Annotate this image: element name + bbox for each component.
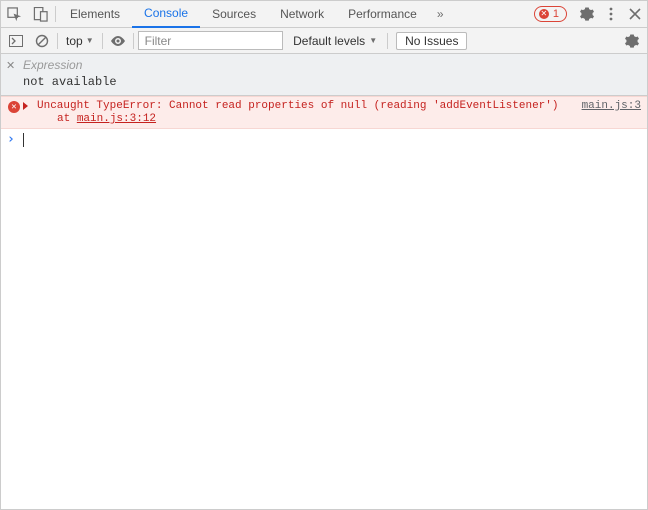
error-source-link[interactable]: main.js:3 <box>582 100 641 112</box>
tab-network[interactable]: Network <box>268 1 336 28</box>
inspect-element-icon[interactable] <box>1 1 27 28</box>
device-toolbar-icon[interactable] <box>27 1 53 28</box>
error-message-text: Uncaught TypeError: Cannot read properti… <box>37 100 559 112</box>
prompt-chevron-icon: › <box>7 132 15 147</box>
error-icon: ✕ <box>8 101 20 113</box>
error-icon: ✕ <box>539 9 549 19</box>
live-expression-placeholder: Expression <box>23 58 639 72</box>
context-label: top <box>66 34 83 48</box>
error-count-badge[interactable]: ✕ 1 <box>534 6 567 22</box>
levels-label: Default levels <box>293 34 365 48</box>
error-stack-line: at main.js:3:12 <box>57 113 641 125</box>
live-expression-row[interactable]: ✕ Expression not available <box>1 54 647 96</box>
console-prompt[interactable]: › <box>1 129 647 150</box>
devtools-tabbar: Elements Console Sources Network Perform… <box>1 1 647 28</box>
console-toolbar: top ▼ Default levels ▼ No Issues <box>1 28 647 54</box>
kebab-menu-icon[interactable] <box>599 1 623 28</box>
panel-tabs: Elements Console Sources Network Perform… <box>58 1 429 28</box>
console-error-message[interactable]: ✕ main.js:3 Uncaught TypeError: Cannot r… <box>1 96 647 129</box>
filter-input-wrapper <box>138 31 284 50</box>
divider <box>387 33 388 49</box>
settings-gear-icon[interactable] <box>575 1 599 28</box>
live-expression-eye-icon[interactable] <box>107 30 129 52</box>
error-count-value: 1 <box>553 8 559 20</box>
tab-performance[interactable]: Performance <box>336 1 429 28</box>
toggle-sidebar-icon[interactable] <box>5 30 27 52</box>
tab-elements[interactable]: Elements <box>58 1 132 28</box>
clear-console-icon[interactable] <box>31 30 53 52</box>
divider <box>133 33 134 49</box>
tab-sources[interactable]: Sources <box>200 1 268 28</box>
console-settings-gear-icon[interactable] <box>621 30 643 52</box>
log-levels-selector[interactable]: Default levels ▼ <box>287 34 383 48</box>
text-cursor <box>23 133 24 147</box>
close-icon[interactable]: ✕ <box>6 59 15 72</box>
live-expression-value: not available <box>23 75 639 89</box>
chevron-down-icon: ▼ <box>86 36 94 45</box>
execution-context-selector[interactable]: top ▼ <box>62 32 98 50</box>
divider <box>55 6 56 22</box>
issues-button[interactable]: No Issues <box>396 32 467 50</box>
tabs-overflow-button[interactable]: » <box>429 7 452 21</box>
tab-console[interactable]: Console <box>132 1 200 28</box>
divider <box>102 33 103 49</box>
expand-triangle-icon[interactable] <box>23 102 28 110</box>
stack-prefix: at <box>57 113 77 125</box>
close-devtools-icon[interactable] <box>623 1 647 28</box>
filter-input[interactable] <box>138 31 284 50</box>
divider <box>57 33 58 49</box>
chevron-down-icon: ▼ <box>369 36 377 45</box>
stack-location-link[interactable]: main.js:3:12 <box>77 113 156 125</box>
